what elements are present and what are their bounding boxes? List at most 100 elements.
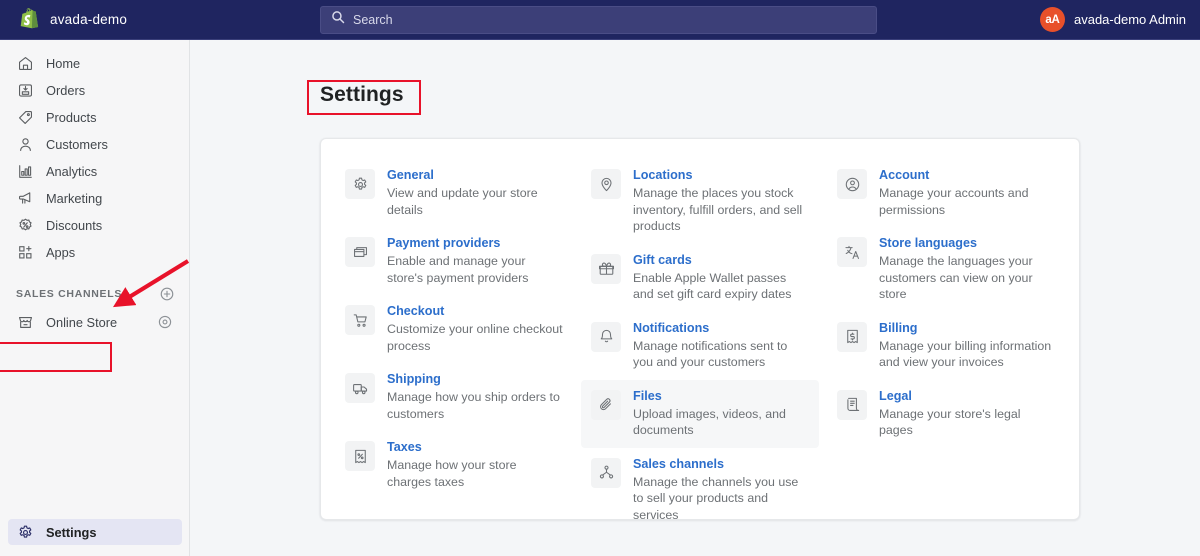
settings-column-2: Locations Manage the places you stock in… xyxy=(581,159,819,532)
settings-grid: General View and update your store detai… xyxy=(321,139,1079,522)
gear-icon xyxy=(16,523,34,541)
settings-item-title[interactable]: Payment providers xyxy=(387,236,563,251)
settings-item-title[interactable]: Legal xyxy=(879,389,1055,404)
settings-item-locations[interactable]: Locations Manage the places you stock in… xyxy=(581,159,819,244)
sidebar-item-label: Analytics xyxy=(46,163,98,179)
settings-item-title[interactable]: Shipping xyxy=(387,372,563,387)
settings-item-notifications[interactable]: Notifications Manage notifications sent … xyxy=(581,312,819,380)
customers-person-icon xyxy=(16,135,34,153)
settings-item-text: Store languages Manage the languages you… xyxy=(879,236,1055,303)
settings-item-title[interactable]: General xyxy=(387,168,563,183)
gear-icon xyxy=(345,169,375,199)
settings-column-3: Account Manage your accounts and permiss… xyxy=(827,159,1065,532)
billing-dollar-icon xyxy=(837,321,867,352)
user-name: avada-demo Admin xyxy=(1073,12,1186,27)
shopify-logo xyxy=(20,8,41,31)
settings-item-text: Legal Manage your store's legal pages xyxy=(879,389,1055,439)
settings-item-account[interactable]: Account Manage your accounts and permiss… xyxy=(827,159,1065,227)
settings-item-title[interactable]: Gift cards xyxy=(633,253,809,268)
settings-item-title[interactable]: Checkout xyxy=(387,304,563,319)
settings-item-text: Gift cards Enable Apple Wallet passes an… xyxy=(633,253,809,303)
settings-item-shipping[interactable]: Shipping Manage how you ship orders to c… xyxy=(335,363,573,431)
account-circle-icon xyxy=(837,169,867,199)
settings-item-files[interactable]: Files Upload images, videos, and documen… xyxy=(581,379,819,448)
sidebar-nav: Home Orders Products Customers Analytics… xyxy=(0,40,189,335)
sidebar-footer: Settings xyxy=(0,519,190,546)
settings-item-text: Locations Manage the places you stock in… xyxy=(633,168,809,235)
plus-circle-icon[interactable] xyxy=(159,286,175,302)
sales-channels-header: SALES CHANNELS xyxy=(0,279,189,309)
sidebar-item-label: Online Store xyxy=(46,314,118,330)
settings-item-title[interactable]: Files xyxy=(633,389,809,404)
brand-name: avada-demo xyxy=(50,12,128,27)
legal-scroll-icon xyxy=(837,389,867,420)
sales-channels-node-icon xyxy=(591,457,621,488)
settings-column-1: General View and update your store detai… xyxy=(335,159,573,532)
settings-item-title[interactable]: Account xyxy=(879,168,1055,183)
settings-item-general[interactable]: General View and update your store detai… xyxy=(335,159,573,227)
translate-icon xyxy=(837,237,867,267)
search-container: Search xyxy=(320,5,877,34)
search-placeholder: Search xyxy=(353,12,393,27)
sidebar-item-home[interactable]: Home xyxy=(8,50,181,76)
settings-item-title[interactable]: Taxes xyxy=(387,440,563,455)
settings-item-desc: Manage the languages your customers can … xyxy=(879,254,1033,301)
analytics-bar-chart-icon xyxy=(16,162,34,180)
sidebar-item-label: Products xyxy=(46,109,97,125)
apps-grid-plus-icon xyxy=(16,243,34,261)
sidebar-item-analytics[interactable]: Analytics xyxy=(8,158,181,184)
user-menu[interactable]: aA avada-demo Admin xyxy=(877,7,1200,32)
settings-item-billing[interactable]: Billing Manage your billing information … xyxy=(827,312,1065,380)
sidebar-item-customers[interactable]: Customers xyxy=(8,131,181,157)
settings-item-desc: Manage how your store charges taxes xyxy=(387,458,517,489)
settings-item-sales-channels[interactable]: Sales channels Manage the channels you u… xyxy=(581,448,819,533)
settings-item-desc: Manage the places you stock inventory, f… xyxy=(633,186,803,233)
settings-item-store-languages[interactable]: Store languages Manage the languages you… xyxy=(827,227,1065,312)
sidebar-item-orders[interactable]: Orders xyxy=(8,77,181,103)
sidebar-item-label: Home xyxy=(46,55,81,71)
online-store-icon xyxy=(16,313,34,331)
settings-item-text: Shipping Manage how you ship orders to c… xyxy=(387,372,563,422)
settings-item-desc: Customize your online checkout process xyxy=(387,322,563,353)
brand-block[interactable]: avada-demo xyxy=(0,8,320,31)
discounts-percent-icon xyxy=(16,216,34,234)
top-bar: avada-demo Search aA avada-demo Admin xyxy=(0,0,1200,40)
bell-icon xyxy=(591,321,621,352)
search-input[interactable]: Search xyxy=(320,5,877,34)
orders-inbox-icon xyxy=(16,81,34,99)
settings-item-title[interactable]: Notifications xyxy=(633,321,809,336)
sidebar-item-online-store[interactable]: Online Store xyxy=(8,309,181,335)
settings-item-title[interactable]: Sales channels xyxy=(633,457,809,472)
settings-item-gift-cards[interactable]: Gift cards Enable Apple Wallet passes an… xyxy=(581,244,819,312)
paperclip-icon xyxy=(591,389,621,420)
settings-item-text: Sales channels Manage the channels you u… xyxy=(633,457,809,524)
sidebar-item-settings[interactable]: Settings xyxy=(8,519,182,545)
settings-item-title[interactable]: Locations xyxy=(633,168,809,183)
sidebar-item-marketing[interactable]: Marketing xyxy=(8,185,181,211)
settings-item-text: Account Manage your accounts and permiss… xyxy=(879,168,1055,218)
search-icon xyxy=(331,10,345,29)
settings-item-payment-providers[interactable]: Payment providers Enable and manage your… xyxy=(335,227,573,295)
settings-item-desc: View and update your store details xyxy=(387,186,538,217)
settings-item-desc: Enable Apple Wallet passes and set gift … xyxy=(633,270,792,302)
sidebar-item-discounts[interactable]: Discounts xyxy=(8,212,181,238)
sidebar-item-label: Customers xyxy=(46,136,108,152)
location-pin-icon xyxy=(591,169,621,199)
settings-item-desc: Manage your accounts and permissions xyxy=(879,186,1029,217)
settings-item-title[interactable]: Store languages xyxy=(879,236,1055,251)
settings-item-desc: Enable and manage your store's payment p… xyxy=(387,254,529,285)
settings-item-taxes[interactable]: Taxes Manage how your store charges taxe… xyxy=(335,431,573,499)
sidebar-item-products[interactable]: Products xyxy=(8,104,181,130)
settings-item-legal[interactable]: Legal Manage your store's legal pages xyxy=(827,380,1065,448)
eye-icon[interactable] xyxy=(157,314,173,330)
sales-channels-title: SALES CHANNELS xyxy=(16,288,123,300)
settings-item-text: Payment providers Enable and manage your… xyxy=(387,236,563,286)
sidebar-item-label: Marketing xyxy=(46,190,103,206)
settings-item-text: Checkout Customize your online checkout … xyxy=(387,304,563,354)
settings-item-title[interactable]: Billing xyxy=(879,321,1055,336)
settings-item-desc: Upload images, videos, and documents xyxy=(633,406,786,438)
sidebar-item-label: Apps xyxy=(46,244,76,260)
sidebar-item-apps[interactable]: Apps xyxy=(8,239,181,265)
settings-item-checkout[interactable]: Checkout Customize your online checkout … xyxy=(335,295,573,363)
page-title: Settings xyxy=(320,83,404,106)
